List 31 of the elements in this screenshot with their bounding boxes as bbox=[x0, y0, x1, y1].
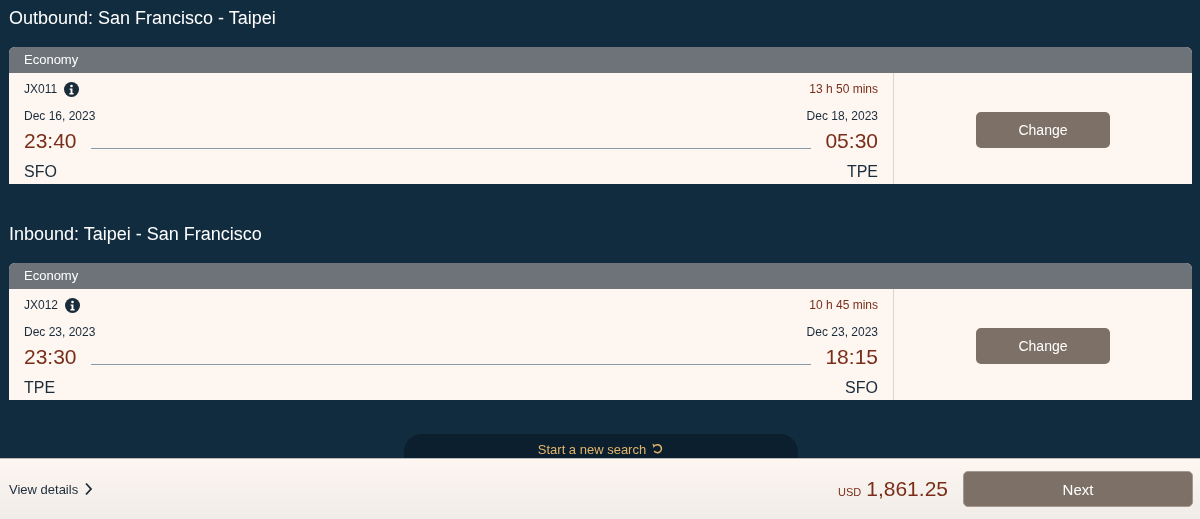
arrival-date: Dec 23, 2023 bbox=[806, 325, 878, 340]
total-price: 1,861.25 bbox=[866, 477, 948, 501]
view-details-link[interactable]: View details bbox=[9, 481, 94, 497]
arrival-date: Dec 18, 2023 bbox=[806, 109, 878, 124]
destination-code: SFO bbox=[845, 379, 878, 398]
info-icon[interactable] bbox=[64, 81, 80, 97]
duration: 10 h 45 mins bbox=[809, 298, 878, 313]
origin-code: SFO bbox=[24, 163, 57, 182]
chevron-right-icon bbox=[84, 482, 94, 496]
arrival-time: 05:30 bbox=[825, 129, 878, 154]
duration: 13 h 50 mins bbox=[809, 82, 878, 97]
cabin-header: Economy bbox=[9, 263, 1192, 290]
currency: USD bbox=[838, 485, 862, 498]
origin-code: TPE bbox=[24, 379, 56, 398]
undo-icon bbox=[651, 441, 664, 454]
destination-code: TPE bbox=[846, 163, 878, 182]
leg-title: Inbound: Taipei - San Francisco bbox=[9, 223, 262, 246]
new-search-button[interactable]: Start a new search bbox=[403, 433, 798, 458]
departure-time: 23:30 bbox=[24, 345, 77, 370]
leg-title: Outbound: San Francisco - Taipei bbox=[9, 8, 276, 30]
change-button[interactable]: Change bbox=[976, 112, 1110, 149]
cabin-header: Economy bbox=[9, 47, 1192, 74]
flight-number: JX012 bbox=[24, 298, 59, 313]
departure-date: Dec 16, 2023 bbox=[24, 109, 96, 124]
info-icon[interactable] bbox=[65, 297, 81, 313]
next-button[interactable]: Next bbox=[963, 471, 1193, 507]
departure-date: Dec 23, 2023 bbox=[24, 325, 96, 340]
arrival-time: 18:15 bbox=[825, 345, 878, 370]
change-button[interactable]: Change bbox=[976, 328, 1110, 365]
departure-time: 23:40 bbox=[24, 129, 77, 154]
flight-number: JX011 bbox=[24, 82, 58, 97]
